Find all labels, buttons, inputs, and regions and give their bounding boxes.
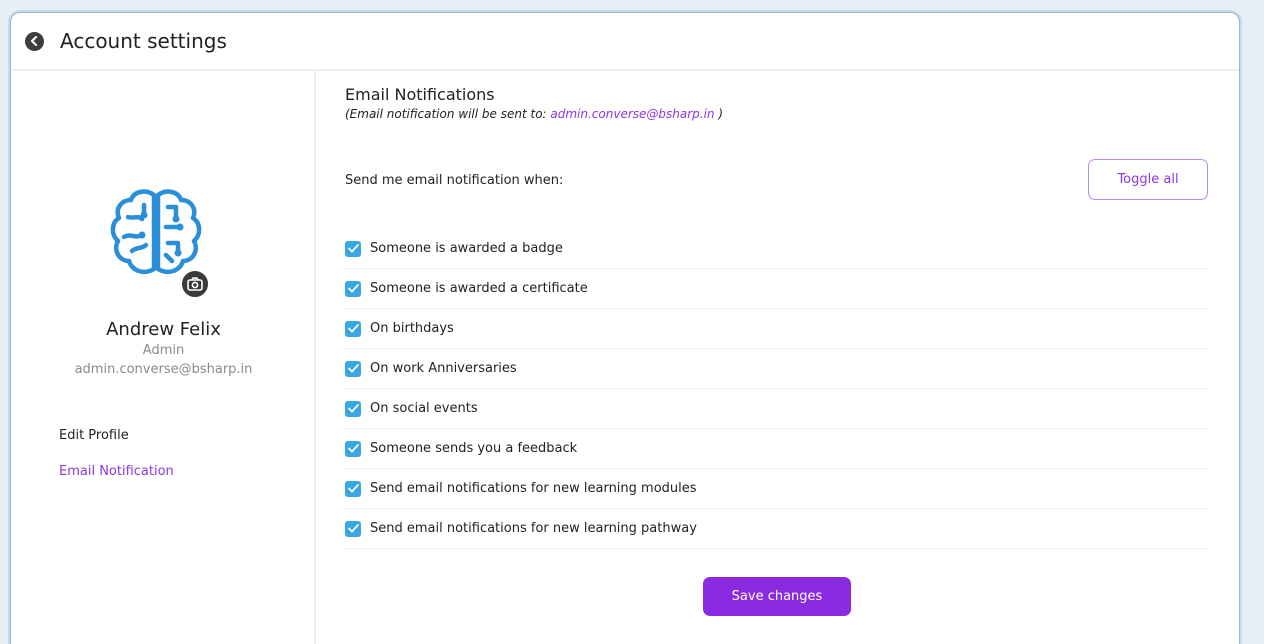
option-row[interactable]: On social events [345, 389, 1208, 429]
settings-window: Account settings Andrew Felix Admin admi… [10, 12, 1240, 644]
main-panel: Email Notifications (Email notification … [316, 71, 1239, 644]
checkbox[interactable] [345, 440, 361, 457]
save-changes-button[interactable]: Save changes [703, 577, 851, 616]
profile-email: admin.converse@bsharp.in [74, 362, 253, 377]
toggle-all-button[interactable]: Toggle all [1088, 159, 1208, 200]
page-title: Account settings [60, 29, 227, 53]
change-photo-button[interactable] [180, 269, 210, 299]
back-button[interactable] [25, 31, 44, 51]
subtitle-prefix: (Email notification will be sent to: [345, 107, 551, 121]
profile-role: Admin [142, 343, 185, 358]
checkmark-icon [347, 524, 359, 533]
option-row[interactable]: Send email notifications for new learnin… [345, 469, 1208, 509]
checkmark-icon [347, 404, 359, 413]
checkbox[interactable] [345, 520, 361, 537]
option-label: Someone is awarded a certificate [370, 281, 588, 296]
option-label: On work Anniversaries [370, 361, 517, 376]
checkbox[interactable] [345, 480, 361, 497]
camera-icon [187, 277, 203, 291]
checkmark-icon [347, 244, 359, 253]
option-label: Send email notifications for new learnin… [370, 521, 697, 536]
section-title: Email Notifications [345, 85, 495, 104]
checkbox[interactable] [345, 320, 361, 337]
option-label: Someone sends you a feedback [370, 441, 578, 456]
notification-prompt: Send me email notification when: [345, 173, 564, 188]
header: Account settings [11, 13, 1239, 71]
checkmark-icon [347, 324, 359, 333]
back-chevron-icon [30, 36, 38, 46]
option-row[interactable]: Send email notifications for new learnin… [345, 509, 1208, 549]
option-label: Send email notifications for new learnin… [370, 481, 697, 496]
checkbox[interactable] [345, 360, 361, 377]
profile-name: Andrew Felix [106, 319, 221, 340]
checkmark-icon [347, 444, 359, 453]
option-row[interactable]: On birthdays [345, 309, 1208, 349]
option-row[interactable]: Someone is awarded a badge [345, 229, 1208, 269]
sidebar-nav: Edit Profile Email Notification [59, 428, 174, 500]
checkbox[interactable] [345, 240, 361, 257]
checkbox[interactable] [345, 400, 361, 417]
sidebar-item-edit-profile[interactable]: Edit Profile [59, 428, 174, 443]
section-subtitle: (Email notification will be sent to: adm… [345, 107, 723, 121]
sidebar-item-email-notification[interactable]: Email Notification [59, 464, 174, 479]
checkmark-icon [347, 484, 359, 493]
checkbox[interactable] [345, 280, 361, 297]
brain-icon [110, 189, 202, 274]
sidebar: Andrew Felix Admin admin.converse@bsharp… [11, 71, 316, 644]
notification-options: Someone is awarded a badge Someone is aw… [345, 229, 1208, 549]
option-row[interactable]: Someone is awarded a certificate [345, 269, 1208, 309]
option-row[interactable]: On work Anniversaries [345, 349, 1208, 389]
option-label: On birthdays [370, 321, 454, 336]
subtitle-suffix: ) [714, 107, 724, 121]
checkmark-icon [347, 364, 359, 373]
avatar [106, 183, 216, 299]
option-row[interactable]: Someone sends you a feedback [345, 429, 1208, 469]
checkmark-icon [347, 284, 359, 293]
subtitle-email: admin.converse@bsharp.in [550, 107, 715, 121]
option-label: Someone is awarded a badge [370, 241, 563, 256]
option-label: On social events [370, 401, 478, 416]
